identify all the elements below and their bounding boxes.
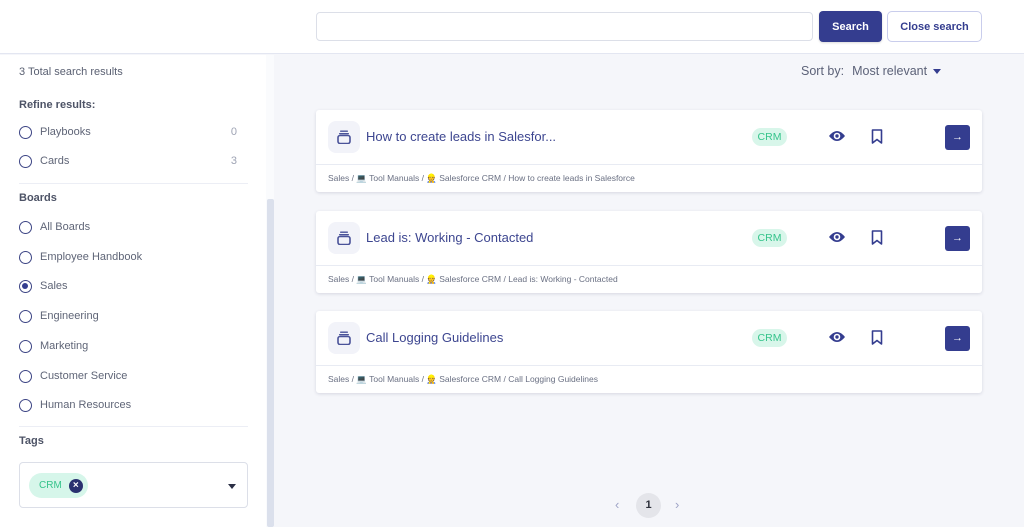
board-option-label: All Boards xyxy=(40,221,91,233)
top-bar: Search Close search xyxy=(0,0,1024,54)
bookmark-icon[interactable] xyxy=(871,230,883,245)
board-option-employee-handbook[interactable]: Employee Handbook xyxy=(19,248,237,266)
result-title-link[interactable]: Call Logging Guidelines xyxy=(366,330,503,345)
eye-icon[interactable] xyxy=(828,129,846,143)
refine-option-label: Playbooks xyxy=(40,126,91,138)
board-option-customer-service[interactable]: Customer Service xyxy=(19,367,237,385)
radio-button[interactable] xyxy=(19,398,32,412)
eye-icon[interactable] xyxy=(828,230,846,244)
refine-option-label: Cards xyxy=(40,155,70,167)
card-stack-icon xyxy=(328,121,360,153)
radio-button[interactable] xyxy=(19,369,32,383)
result-title-link[interactable]: How to create leads in Salesfor... xyxy=(366,129,556,144)
pagination-next-button[interactable]: › xyxy=(675,497,679,512)
radio-button[interactable] xyxy=(19,154,32,168)
board-option-marketing[interactable]: Marketing xyxy=(19,337,237,355)
result-card[interactable]: Lead is: Working - Contacted CRM → Sales… xyxy=(316,211,982,293)
divider xyxy=(19,183,248,184)
board-option-label: Human Resources xyxy=(40,399,132,411)
refine-option-playbooks[interactable]: Playbooks 0 xyxy=(19,123,237,141)
radio-button[interactable] xyxy=(19,220,32,234)
open-card-button[interactable]: → xyxy=(945,125,970,150)
bookmark-icon[interactable] xyxy=(871,330,883,345)
board-option-label: Employee Handbook xyxy=(40,251,143,263)
result-card-header: Lead is: Working - Contacted CRM → xyxy=(316,211,982,266)
board-option-engineering[interactable]: Engineering xyxy=(19,307,237,325)
open-card-button[interactable]: → xyxy=(945,326,970,351)
refine-option-count: 3 xyxy=(230,155,237,167)
eye-icon[interactable] xyxy=(828,330,846,344)
radio-button[interactable] xyxy=(19,125,32,139)
radio-button[interactable] xyxy=(19,309,32,323)
boards-heading: Boards xyxy=(19,192,57,204)
result-card-header: Call Logging Guidelines CRM → xyxy=(316,311,982,366)
result-card[interactable]: How to create leads in Salesfor... CRM →… xyxy=(316,110,982,192)
total-results-count: 3 Total search results xyxy=(19,66,123,78)
pagination-page-current[interactable]: 1 xyxy=(636,493,661,518)
arrow-right-icon: → xyxy=(952,232,963,244)
caret-down-icon[interactable] xyxy=(933,68,942,74)
board-option-sales[interactable]: Sales xyxy=(19,277,237,295)
radio-button-checked[interactable] xyxy=(19,279,32,293)
sort-label: Sort by: xyxy=(801,64,845,78)
sort-dropdown[interactable]: Sort by: Most relevant xyxy=(801,64,942,78)
tag-badge[interactable]: CRM xyxy=(752,229,787,247)
refine-option-count: 0 xyxy=(230,126,237,138)
close-search-button[interactable]: Close search xyxy=(887,11,982,42)
search-input[interactable] xyxy=(316,12,813,41)
board-option-all-boards[interactable]: All Boards xyxy=(19,218,237,236)
divider xyxy=(19,426,248,427)
refine-results-heading: Refine results: xyxy=(19,99,96,111)
search-button[interactable]: Search xyxy=(819,11,882,42)
card-stack-icon xyxy=(328,222,360,254)
tag-chip-label: CRM xyxy=(39,480,62,491)
refine-option-cards[interactable]: Cards 3 xyxy=(19,152,237,170)
chevron-down-icon[interactable] xyxy=(228,484,236,489)
result-card[interactable]: Call Logging Guidelines CRM → Sales / 💻 … xyxy=(316,311,982,393)
sort-value[interactable]: Most relevant xyxy=(852,64,927,78)
sidebar-scrollbar-thumb[interactable] xyxy=(267,199,274,527)
arrow-right-icon: → xyxy=(952,131,963,143)
board-option-label: Marketing xyxy=(40,340,89,352)
open-card-button[interactable]: → xyxy=(945,226,970,251)
tag-chip-crm: CRM × xyxy=(29,473,88,498)
radio-button[interactable] xyxy=(19,339,32,353)
result-title-link[interactable]: Lead is: Working - Contacted xyxy=(366,230,533,245)
board-option-human-resources[interactable]: Human Resources xyxy=(19,396,237,414)
tag-badge[interactable]: CRM xyxy=(752,128,787,146)
tags-heading: Tags xyxy=(19,435,44,447)
board-option-label: Sales xyxy=(40,280,68,292)
pagination-prev-button[interactable]: ‹ xyxy=(615,497,619,512)
arrow-right-icon: → xyxy=(952,332,963,344)
board-option-label: Engineering xyxy=(40,310,99,322)
board-option-label: Customer Service xyxy=(40,370,128,382)
tag-badge[interactable]: CRM xyxy=(752,329,787,347)
result-card-header: How to create leads in Salesfor... CRM → xyxy=(316,110,982,165)
filters-sidebar: 3 Total search results Refine results: P… xyxy=(0,55,274,527)
radio-button[interactable] xyxy=(19,250,32,264)
result-breadcrumb: Sales / 💻 Tool Manuals / 👷 Salesforce CR… xyxy=(328,374,598,384)
card-stack-icon xyxy=(328,322,360,354)
result-breadcrumb: Sales / 💻 Tool Manuals / 👷 Salesforce CR… xyxy=(328,274,618,284)
tags-select[interactable]: CRM × xyxy=(19,462,248,508)
bookmark-icon[interactable] xyxy=(871,129,883,144)
result-breadcrumb: Sales / 💻 Tool Manuals / 👷 Salesforce CR… xyxy=(328,173,635,183)
close-circle-icon[interactable]: × xyxy=(68,478,83,493)
